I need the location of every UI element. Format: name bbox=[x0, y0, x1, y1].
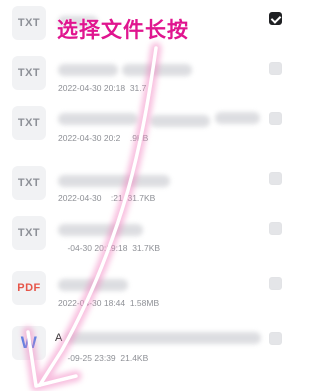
file-list: TXT TXT 2022-04-30 20:18 31.7 TXT 2022-04-30… bbox=[0, 0, 300, 391]
file-name-redacted bbox=[215, 112, 260, 124]
file-name-redacted bbox=[122, 64, 192, 76]
checkbox-checked[interactable] bbox=[269, 12, 282, 25]
txt-file-icon: TXT bbox=[12, 216, 46, 250]
file-name-redacted bbox=[58, 113, 138, 125]
checkbox[interactable] bbox=[269, 277, 282, 290]
file-name-redacted bbox=[58, 64, 118, 76]
checkbox[interactable] bbox=[269, 172, 282, 185]
checkbox[interactable] bbox=[269, 62, 282, 75]
txt-file-icon: TXT bbox=[12, 56, 46, 90]
txt-file-icon: TXT bbox=[12, 106, 46, 140]
file-meta: 2022-04-30 18:44 1.58MB bbox=[58, 298, 160, 308]
file-name-redacted bbox=[58, 175, 170, 187]
word-file-icon: W bbox=[12, 326, 46, 360]
file-meta: 2022-04-30 :21 31.7KB bbox=[58, 193, 156, 203]
checkbox[interactable] bbox=[269, 112, 282, 125]
checkbox[interactable] bbox=[269, 332, 282, 345]
file-name-redacted bbox=[58, 224, 143, 236]
pdf-file-icon: PDF bbox=[12, 271, 46, 305]
file-name-redacted bbox=[150, 115, 210, 127]
txt-file-icon: TXT bbox=[12, 166, 46, 200]
file-row[interactable]: TXT -04-30 20:19:18 31.7KB bbox=[0, 210, 300, 260]
file-row[interactable]: TXT 2022-04-30 :21 31.7KB bbox=[0, 160, 300, 210]
file-name-redacted bbox=[58, 279, 128, 291]
file-row[interactable]: WA -09-25 23:39 21.4KB bbox=[0, 320, 300, 370]
file-name-redacted bbox=[66, 332, 261, 344]
file-meta: -09-25 23:39 21.4KB bbox=[58, 353, 149, 363]
file-meta: 2022-04-30 20:2 .9KB bbox=[58, 133, 149, 143]
file-meta: -04-30 20:19:18 31.7KB bbox=[58, 243, 161, 253]
file-row[interactable]: TXT 2022-04-30 20:18 31.7 bbox=[0, 50, 300, 100]
check-icon bbox=[270, 13, 282, 24]
file-meta: 2022-04-30 20:18 31.7 bbox=[58, 83, 147, 93]
file-row[interactable]: TXT 2022-04-30 20:2 .9KB bbox=[0, 100, 300, 150]
txt-file-icon: TXT bbox=[12, 6, 46, 40]
file-row[interactable]: PDF 2022-04-30 18:44 1.58MB bbox=[0, 265, 300, 315]
checkbox[interactable] bbox=[269, 222, 282, 235]
file-name-fragment: A bbox=[55, 332, 63, 344]
annotation-label: 选择文件长按 bbox=[57, 18, 189, 42]
